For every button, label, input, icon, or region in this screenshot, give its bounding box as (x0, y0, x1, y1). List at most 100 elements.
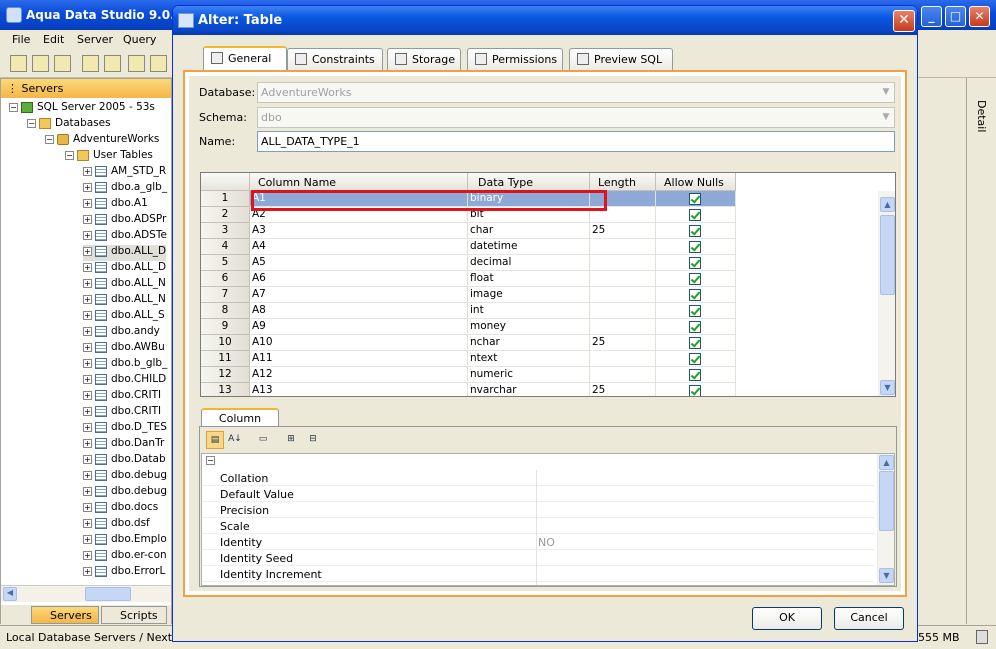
tree-table-item[interactable]: + dbo.AWBu (83, 341, 165, 357)
row-number[interactable]: 10 (201, 335, 250, 351)
cell-data-type[interactable]: image (468, 287, 590, 303)
allow-nulls-checkbox[interactable] (689, 369, 701, 381)
tree-table-item[interactable]: + dbo.D_TES (83, 421, 167, 437)
cell-column-name[interactable]: A13 (250, 383, 468, 396)
cell-column-name[interactable]: A7 (250, 287, 468, 303)
query-window-icon[interactable] (128, 55, 145, 72)
allow-nulls-checkbox[interactable] (689, 337, 701, 349)
tab-storage[interactable]: Storage (387, 48, 461, 70)
row-number[interactable]: 4 (201, 239, 250, 255)
row-number[interactable]: 9 (201, 319, 250, 335)
row-number[interactable]: 5 (201, 255, 250, 271)
tree-table-item[interactable]: + dbo.A1 (83, 197, 148, 213)
row-number[interactable]: 6 (201, 271, 250, 287)
property-row[interactable]: Identity NO (202, 534, 874, 550)
ok-button[interactable]: OK (752, 607, 822, 630)
cell-length[interactable] (590, 287, 656, 303)
property-pages-icon[interactable]: ▭ (254, 431, 272, 449)
property-row[interactable]: Scale (202, 518, 874, 534)
cell-length[interactable]: 25 (590, 335, 656, 351)
minimize-button[interactable]: _ (921, 6, 942, 27)
allow-nulls-checkbox[interactable] (689, 385, 701, 396)
row-number[interactable]: 2 (201, 207, 250, 223)
sort-alpha-icon[interactable]: A↓ (226, 431, 244, 449)
allow-nulls-checkbox[interactable] (689, 305, 701, 317)
new-server-icon[interactable] (10, 55, 27, 72)
maximize-button[interactable]: □ (945, 6, 966, 27)
cell-data-type[interactable]: numeric (468, 367, 590, 383)
cell-data-type[interactable]: nvarchar (468, 383, 590, 396)
tree-hscrollbar[interactable]: ◀ (1, 585, 171, 602)
property-row[interactable]: Identity Seed (202, 550, 874, 566)
scroll-thumb[interactable] (879, 471, 894, 531)
tree-table-item[interactable]: + dbo.DanTr (83, 437, 164, 453)
dialog-close-button[interactable]: ✕ (893, 10, 915, 32)
cell-column-name[interactable]: A9 (250, 319, 468, 335)
tree-table-item[interactable]: + dbo.CRITI (83, 389, 161, 405)
allow-nulls-checkbox[interactable] (689, 225, 701, 237)
tree-table-item[interactable]: + dbo.ALL_N (83, 277, 166, 293)
col-header-type[interactable]: Data Type (468, 173, 590, 191)
cell-data-type[interactable]: datetime (468, 239, 590, 255)
property-row[interactable]: Identity Increment (202, 566, 874, 582)
row-number[interactable]: 7 (201, 287, 250, 303)
tab-scripts[interactable]: Scripts (101, 606, 167, 624)
allow-nulls-checkbox[interactable] (689, 273, 701, 285)
menu-server[interactable]: Server (77, 33, 113, 46)
tree-table-item[interactable]: + dbo.debug (83, 485, 167, 501)
col-header-length[interactable]: Length (590, 173, 656, 191)
scroll-up-icon[interactable]: ▲ (880, 197, 895, 212)
tree-table-item[interactable]: + dbo.Datab (83, 453, 166, 469)
property-row[interactable]: Default Value (202, 486, 874, 502)
allow-nulls-checkbox[interactable] (689, 241, 701, 253)
tab-general[interactable]: General (203, 46, 287, 71)
allow-nulls-checkbox[interactable] (689, 321, 701, 333)
allow-nulls-checkbox[interactable] (689, 257, 701, 269)
scroll-down-icon[interactable]: ▼ (880, 380, 895, 395)
property-value[interactable]: NO (538, 536, 555, 549)
edit-server-icon[interactable] (32, 55, 49, 72)
row-number[interactable]: 8 (201, 303, 250, 319)
tree-table-item[interactable]: + dbo.ALL_N (83, 293, 166, 309)
cell-column-name[interactable]: A10 (250, 335, 468, 351)
cell-data-type[interactable]: ntext (468, 351, 590, 367)
tree-server[interactable]: − SQL Server 2005 - 53s (9, 101, 155, 117)
tree-table-item[interactable]: + dbo.Emplo (83, 533, 167, 549)
cell-data-type[interactable]: char (468, 223, 590, 239)
collapse-all-icon[interactable]: ⊟ (304, 431, 322, 449)
tree-table-item[interactable]: + dbo.ADSTe (83, 229, 167, 245)
tree-databases[interactable]: − Databases (27, 117, 111, 133)
row-number[interactable]: 13 (201, 383, 250, 396)
disconnect-icon[interactable] (104, 55, 121, 72)
menu-file[interactable]: File (12, 33, 30, 46)
tab-permissions[interactable]: Permissions (467, 48, 563, 70)
cell-column-name[interactable]: A8 (250, 303, 468, 319)
cell-data-type[interactable]: decimal (468, 255, 590, 271)
tree-table-item[interactable]: + dbo.a_glb_ (83, 181, 167, 197)
tree-table-item[interactable]: + AM_STD_R (83, 165, 166, 181)
connect-icon[interactable] (82, 55, 99, 72)
cancel-button[interactable]: Cancel (834, 607, 904, 630)
cell-column-name[interactable]: A12 (250, 367, 468, 383)
tab-preview-sql[interactable]: Preview SQL (569, 48, 673, 70)
cell-data-type[interactable]: money (468, 319, 590, 335)
tree-table-item[interactable]: + dbo.ErrorL (83, 565, 165, 581)
scroll-thumb[interactable] (880, 215, 895, 295)
tree-table-item[interactable]: + dbo.ALL_D (83, 261, 166, 277)
property-row[interactable]: Precision (202, 502, 874, 518)
allow-nulls-checkbox[interactable] (689, 353, 701, 365)
cell-length[interactable] (590, 303, 656, 319)
detail-tab[interactable]: Detail (975, 100, 988, 132)
tree-table-item[interactable]: + dbo.debug (83, 469, 167, 485)
register-icon[interactable] (54, 55, 71, 72)
tree-table-item[interactable]: + dbo.ALL_D (83, 245, 167, 261)
cell-column-name[interactable]: A4 (250, 239, 468, 255)
grid-vscrollbar[interactable]: ▲ ▼ (878, 191, 895, 396)
property-vscrollbar[interactable]: ▲ ▼ (877, 454, 894, 585)
tree-table-item[interactable]: + dbo.er-con (83, 549, 167, 565)
tree-table-item[interactable]: + dbo.CHILD (83, 373, 166, 389)
cell-length[interactable]: 25 (590, 223, 656, 239)
cell-length[interactable]: 25 (590, 383, 656, 396)
expand-all-icon[interactable]: ⊞ (282, 431, 300, 449)
cell-length[interactable] (590, 271, 656, 287)
